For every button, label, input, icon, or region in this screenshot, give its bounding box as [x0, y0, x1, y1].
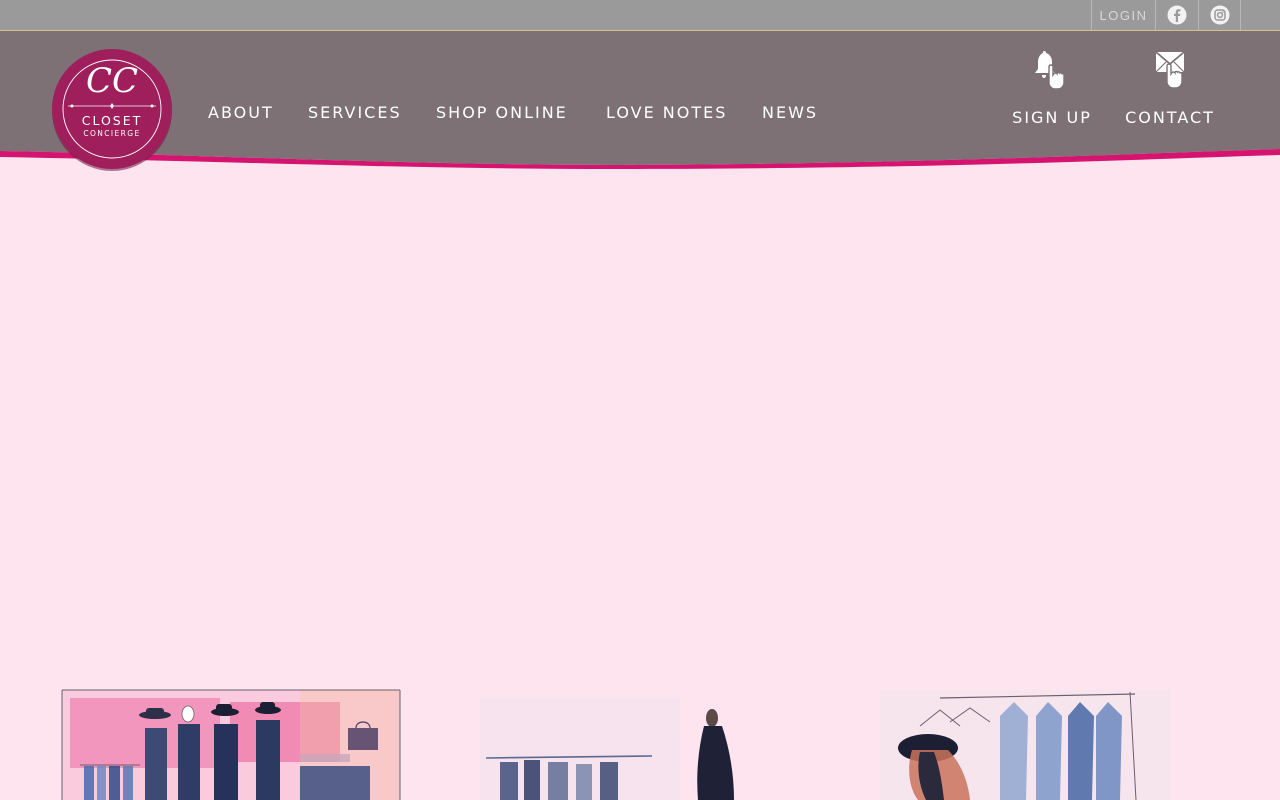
- facebook-link[interactable]: [1155, 0, 1198, 30]
- illustration-left-panel: [61, 689, 401, 800]
- nav-item-shop-online[interactable]: SHOP ONLINE: [436, 103, 568, 122]
- signup-label: SIGN UP: [1012, 108, 1092, 127]
- top-utility-bar: LOGIN: [0, 0, 1280, 31]
- contact-button[interactable]: CONTACT: [1124, 48, 1216, 128]
- illustration-middle-panel: [480, 698, 734, 800]
- brand-logo[interactable]: CC CLOSET CONCIERGE: [50, 48, 174, 172]
- site-header: CC CLOSET CONCIERGE ABOUT SERVICES SHOP …: [0, 31, 1280, 171]
- envelope-pointer-icon: [1155, 51, 1185, 89]
- illustration-right-panel: [880, 690, 1170, 800]
- nav-item-about[interactable]: ABOUT: [208, 103, 274, 122]
- logo-monogram: CC: [86, 61, 138, 101]
- logo-text-concierge: CONCIERGE: [83, 129, 140, 138]
- nav-item-love-notes[interactable]: LOVE NOTES: [606, 103, 727, 122]
- instagram-link[interactable]: [1198, 0, 1241, 30]
- contact-label: CONTACT: [1125, 108, 1215, 127]
- bell-pointer-icon: [1035, 51, 1065, 90]
- login-link[interactable]: LOGIN: [1091, 0, 1155, 30]
- nav-item-services[interactable]: SERVICES: [308, 103, 402, 122]
- instagram-icon: [1210, 5, 1229, 25]
- facebook-icon: [1167, 5, 1187, 25]
- signup-button[interactable]: SIGN UP: [1010, 48, 1094, 128]
- logo-text-closet: CLOSET: [82, 113, 143, 128]
- boutique-illustration: [0, 680, 1280, 800]
- nav-item-news[interactable]: NEWS: [762, 103, 818, 122]
